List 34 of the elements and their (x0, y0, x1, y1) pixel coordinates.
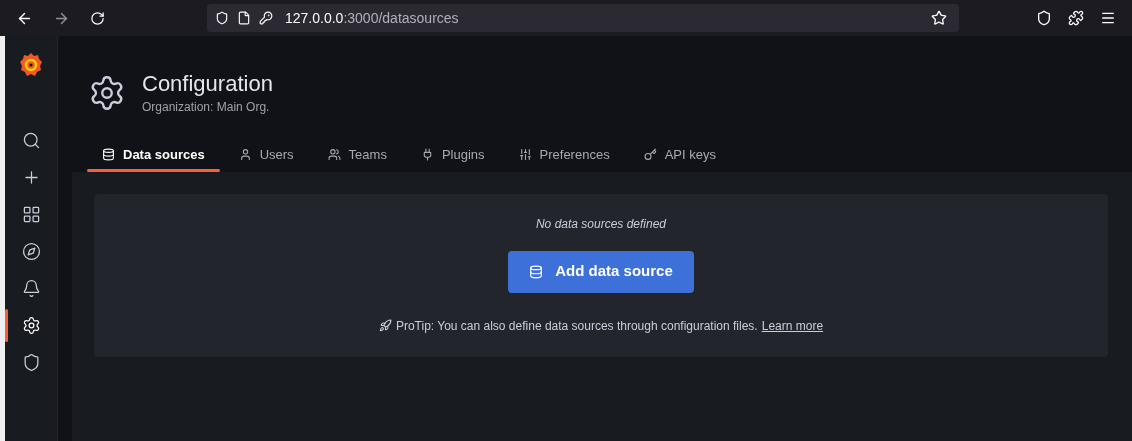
key-icon (259, 11, 273, 25)
rocket-icon (378, 319, 392, 332)
learn-more-link[interactable]: Learn more (761, 316, 824, 335)
tab[interactable]: Users (223, 139, 309, 170)
grid-icon (21, 205, 41, 224)
add-data-source-button[interactable]: Add data source (508, 250, 694, 293)
sliders-icon (518, 148, 532, 161)
tab[interactable]: Plugins (405, 139, 500, 170)
key-icon (643, 148, 657, 161)
page-subtitle: Organization: Main Org. (142, 98, 271, 116)
bell-icon (21, 279, 41, 298)
menu-icon[interactable] (1100, 10, 1116, 26)
shield-icon (215, 11, 229, 25)
empty-message: No data sources defined (535, 215, 667, 233)
compass-icon (21, 242, 41, 261)
protip-text: ProTip: You can also define data sources through configuration files. (395, 317, 758, 335)
tab[interactable]: API keys (628, 139, 731, 170)
address-bar[interactable]: 127.0.0.0:3000/datasources (207, 4, 959, 32)
database-icon (102, 148, 115, 161)
settings-icon (21, 316, 41, 335)
bookmark-star-icon[interactable] (931, 10, 947, 26)
page-title: Configuration (142, 70, 273, 98)
logo-icon[interactable] (19, 52, 43, 78)
reload-icon[interactable] (90, 10, 105, 26)
page-icon (237, 11, 251, 25)
users-icon (327, 148, 341, 161)
url-text: 127.0.0.0:3000/datasources (285, 8, 459, 28)
tab[interactable]: Data sources (87, 139, 220, 170)
user-icon (238, 148, 252, 161)
tab[interactable]: Teams (312, 139, 402, 170)
extensions-icon[interactable] (1068, 10, 1084, 26)
search-icon (21, 131, 41, 150)
tab[interactable]: Preferences (503, 139, 625, 170)
database-icon (529, 264, 544, 279)
